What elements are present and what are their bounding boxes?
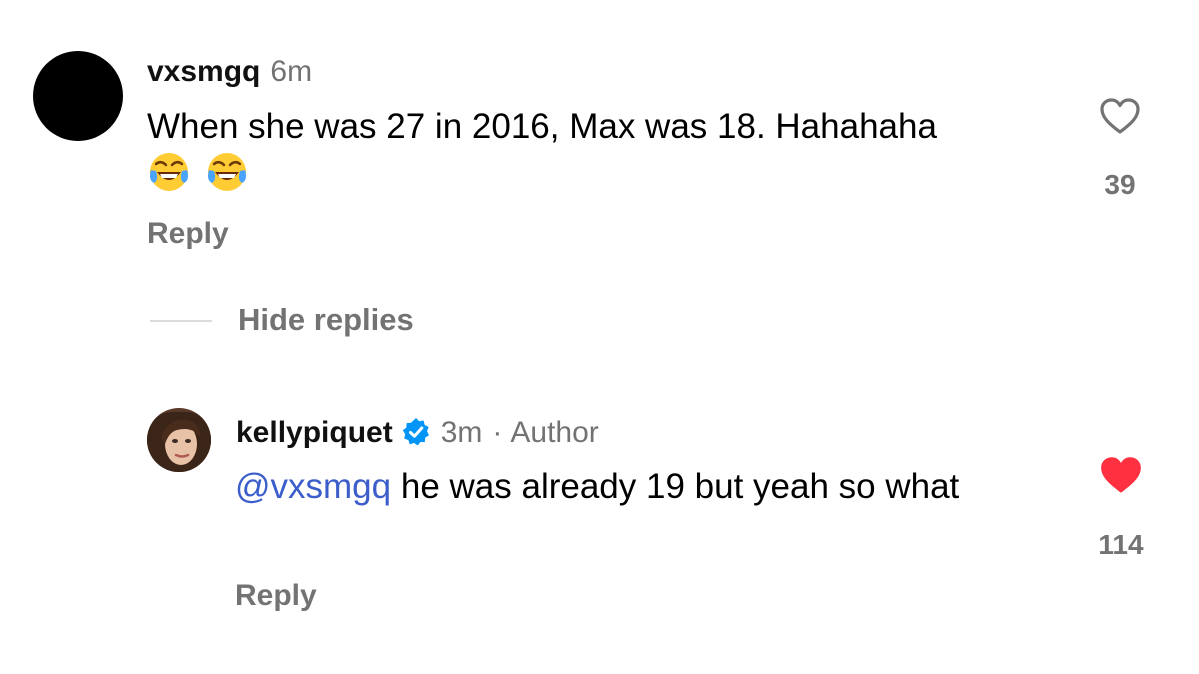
reply-button[interactable]: Reply — [147, 214, 229, 254]
timestamp: 3m — [440, 416, 483, 449]
hide-replies-button[interactable]: Hide replies — [238, 300, 414, 340]
verified-badge-icon — [402, 418, 429, 446]
profile-photo — [147, 408, 211, 472]
heart-filled-icon[interactable] — [1098, 454, 1144, 496]
comment-header: kellypiquet 3m · Author — [236, 413, 599, 453]
separator: · — [492, 416, 503, 449]
comment-text: @vxsmgq he was already 19 but yeah so wh… — [235, 465, 1015, 509]
reply-text: he was already 19 but yeah so what — [400, 467, 960, 506]
comment-header: vxsmgq 6m — [147, 52, 312, 92]
like-count: 39 — [1104, 169, 1136, 200]
avatar[interactable] — [147, 408, 211, 472]
face-with-tears-of-joy-icon — [150, 153, 188, 191]
divider — [150, 320, 212, 322]
username[interactable]: kellypiquet — [236, 416, 393, 449]
heart-outline-icon[interactable] — [1098, 96, 1142, 136]
like-count: 114 — [1098, 529, 1144, 560]
username[interactable]: vxsmgq — [147, 55, 260, 88]
face-with-tears-of-joy-icon — [208, 153, 246, 191]
emoji-row — [147, 150, 263, 194]
mention-link[interactable]: @vxsmgq — [235, 467, 391, 506]
like-control: 39 — [1085, 96, 1155, 203]
avatar[interactable] — [33, 51, 123, 141]
author-label: Author — [510, 416, 599, 449]
timestamp: 6m — [270, 55, 313, 88]
reply-button[interactable]: Reply — [235, 576, 317, 616]
like-control: 114 — [1086, 454, 1156, 563]
comment-text: When she was 27 in 2016, Max was 18. Hah… — [147, 107, 937, 146]
